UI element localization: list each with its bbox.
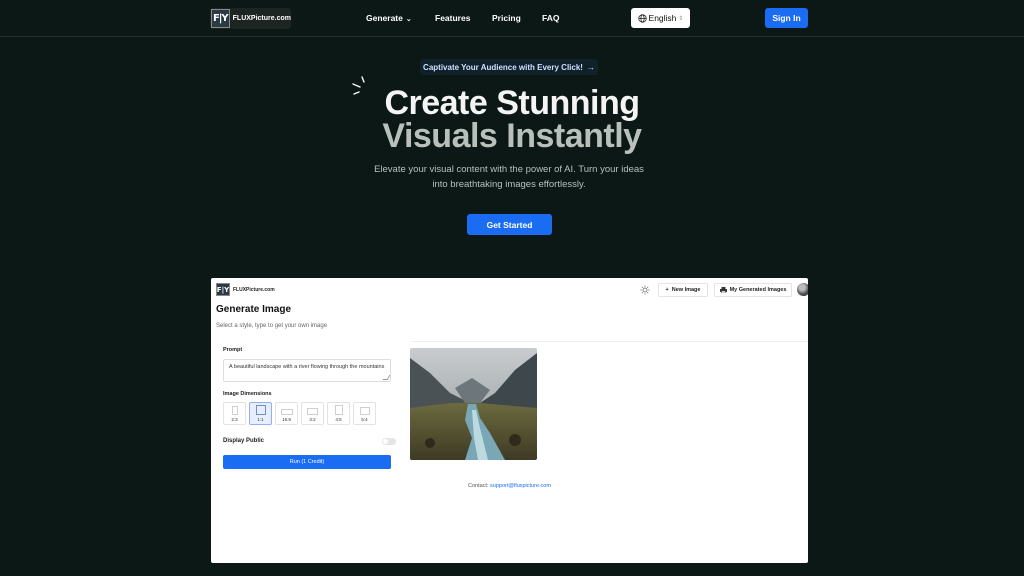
contact-line: Contact: support@fluxpicture.com <box>468 483 551 489</box>
dimension-option-16-9[interactable]: 16:9 <box>275 402 298 425</box>
dimension-label: 4:5 <box>335 417 342 422</box>
hero-subtitle-line2: into breathtaking images effortlessly. <box>432 179 586 190</box>
avatar[interactable] <box>797 283 808 296</box>
contact-label: Contact: <box>468 483 489 489</box>
prompt-label: Prompt <box>223 347 243 353</box>
app-logo-text: FLUXPicture.com <box>233 286 275 293</box>
plus-icon: + <box>665 287 669 293</box>
hero-title-line2: Visuals Instantly <box>382 117 642 155</box>
display-public-toggle[interactable] <box>382 438 396 445</box>
app-logo-mark-icon: F|Y <box>216 283 230 296</box>
dimension-label: 5:4 <box>361 417 368 422</box>
new-image-button[interactable]: + New Image <box>658 283 708 297</box>
dimension-option-3-2[interactable]: 3:2 <box>301 402 324 425</box>
dimension-label: 2:3 <box>231 417 238 422</box>
nav-generate-label: Generate <box>366 13 403 23</box>
ratio-square-icon <box>255 405 266 415</box>
app-preview: F|Y FLUXPicture.com + New Image My Gener… <box>211 278 808 563</box>
ratio-portrait-icon <box>231 406 238 415</box>
app-logo[interactable]: F|Y FLUXPicture.com <box>216 283 275 296</box>
hero-subtitle-line1: Elevate your visual content with the pow… <box>374 164 644 175</box>
nav-faq[interactable]: FAQ <box>542 13 559 23</box>
nav-features[interactable]: Features <box>435 13 470 23</box>
generate-form: Prompt A beautiful landscape with a rive… <box>217 342 397 479</box>
nav-generate[interactable]: Generate ⌄ <box>366 13 412 23</box>
dimension-label: 3:2 <box>309 417 316 422</box>
ratio-wide-icon <box>280 409 293 415</box>
arrow-right-icon: → <box>586 62 595 72</box>
ratio-portrait-icon <box>334 405 343 415</box>
hero-subtitle: Elevate your visual content with the pow… <box>360 162 658 192</box>
sign-in-button[interactable]: Sign In <box>765 8 808 28</box>
image-dimensions-label: Image Dimensions <box>223 391 272 397</box>
updown-arrows-icon: ⇕ <box>678 15 684 22</box>
dimension-option-1-1[interactable]: 1:1 <box>249 402 272 425</box>
image-dimensions-options: 2:3 1:1 16:9 3:2 4:5 5:4 <box>223 402 376 425</box>
site-logo[interactable]: F|Y FLUXPicture.com <box>210 8 291 29</box>
dimension-label: 1:1 <box>257 417 264 422</box>
generate-image-subtitle: Select a style, type to get your own ima… <box>216 323 328 329</box>
ratio-landscape-icon <box>359 407 370 415</box>
logo-text: FLUXPicture.com <box>232 15 291 22</box>
get-started-button[interactable]: Get Started <box>467 214 552 235</box>
announcement-pill[interactable]: Captivate Your Audience with Every Click… <box>420 59 598 75</box>
new-image-label: New Image <box>671 287 701 293</box>
language-label: English <box>648 13 677 23</box>
announcement-text: Captivate Your Audience with Every Click… <box>423 62 583 72</box>
sun-icon[interactable] <box>640 285 650 295</box>
nav-pricing[interactable]: Pricing <box>492 13 521 23</box>
chevron-down-icon: ⌄ <box>405 16 412 23</box>
generated-image[interactable] <box>410 348 537 460</box>
my-generated-images-label: My Generated Images <box>729 287 787 293</box>
printer-icon <box>719 287 727 293</box>
dimension-label: 16:9 <box>282 417 291 422</box>
globe-icon <box>637 13 647 23</box>
generate-image-title: Generate Image <box>216 304 292 315</box>
display-public-label: Display Public <box>223 438 265 444</box>
contact-email-link[interactable]: support@fluxpicture.com <box>490 483 551 489</box>
my-generated-images-button[interactable]: My Generated Images <box>714 283 792 297</box>
logo-mark-icon: F|Y <box>211 9 230 28</box>
dimension-option-5-4[interactable]: 5:4 <box>353 402 376 425</box>
prompt-textarea[interactable]: A beautiful landscape with a river flowi… <box>223 359 391 382</box>
prompt-value: A beautiful landscape with a river flowi… <box>229 364 385 370</box>
language-select[interactable]: English ⇕ <box>631 8 690 28</box>
dimension-option-4-5[interactable]: 4:5 <box>327 402 350 425</box>
run-button[interactable]: Run (1 Credit) <box>223 455 391 469</box>
ratio-landscape-icon <box>307 408 318 415</box>
section-divider <box>411 341 808 342</box>
dimension-option-2-3[interactable]: 2:3 <box>223 402 246 425</box>
resize-handle-icon[interactable] <box>382 375 391 380</box>
